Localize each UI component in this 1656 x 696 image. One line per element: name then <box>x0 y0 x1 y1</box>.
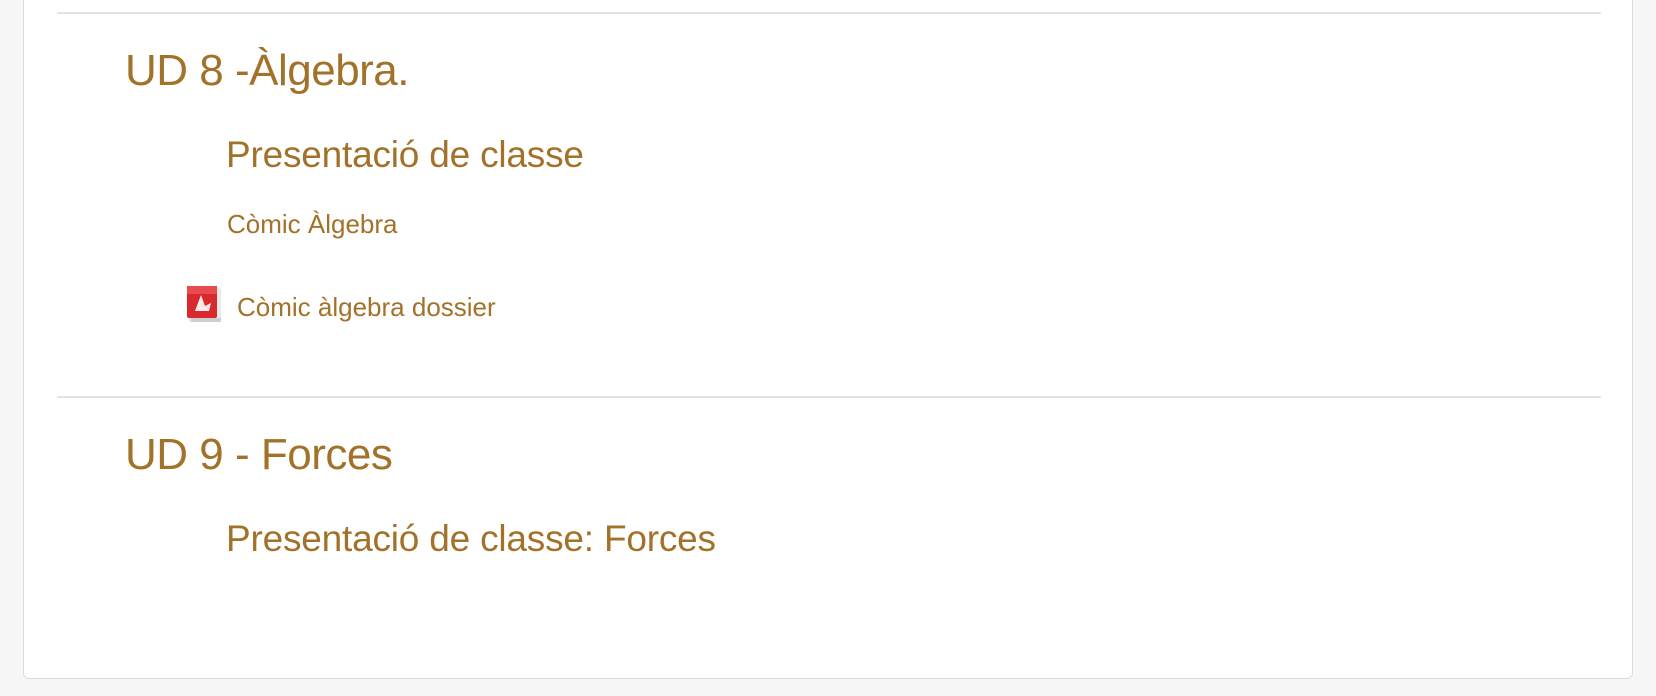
section-title-ud9[interactable]: UD 9 - Forces <box>125 430 393 480</box>
course-content-card <box>23 0 1633 679</box>
resource-label[interactable]: Còmic àlgebra dossier <box>237 292 496 323</box>
section-divider <box>57 396 1601 398</box>
section-divider-top <box>57 12 1601 14</box>
subtitle-presentacio-ud8[interactable]: Presentació de classe <box>226 134 584 176</box>
pdf-icon <box>187 286 221 322</box>
section-title-ud8[interactable]: UD 8 -Àlgebra. <box>125 46 410 96</box>
subtitle-presentacio-ud9[interactable]: Presentació de classe: Forces <box>226 518 716 560</box>
label-comic-algebra[interactable]: Còmic Àlgebra <box>227 209 398 240</box>
